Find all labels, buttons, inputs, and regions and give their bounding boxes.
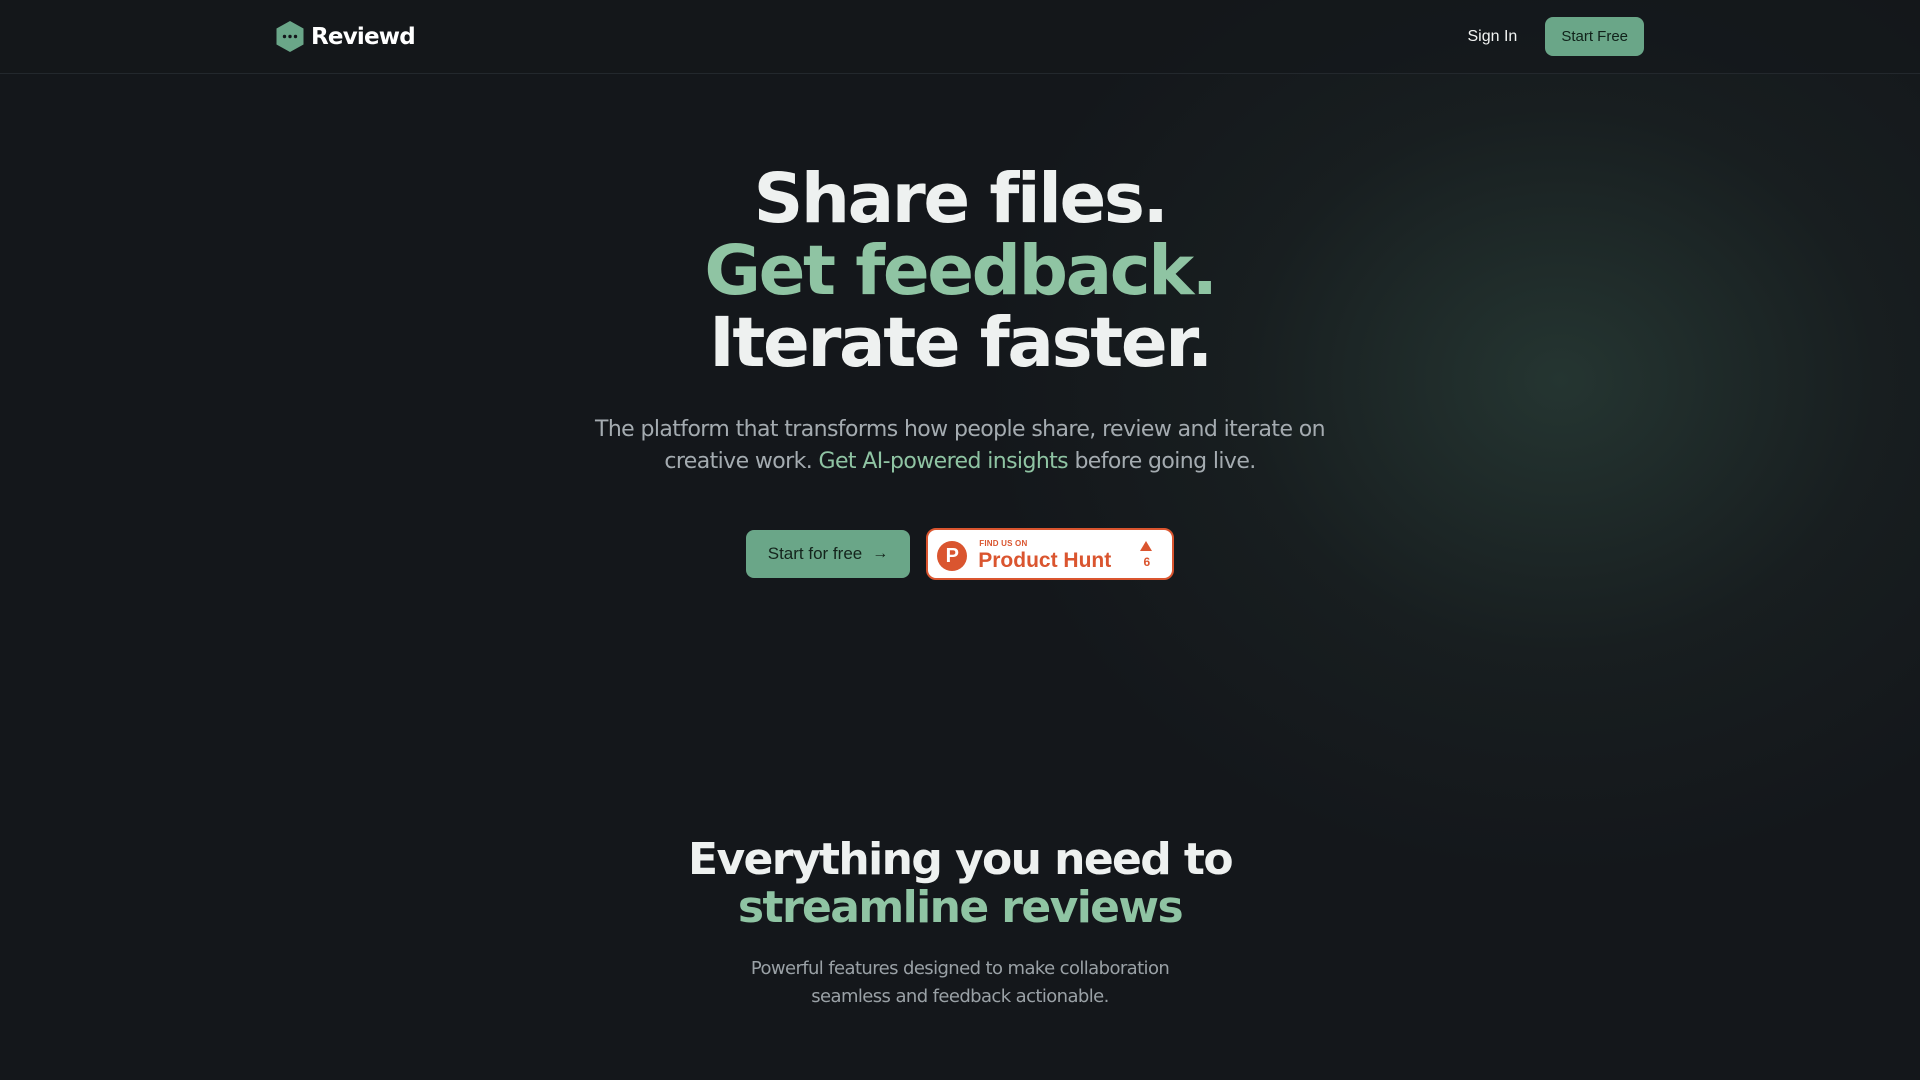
brand-name: Reviewd [311,23,416,50]
hero-section: Share files. Get feedback. Iterate faste… [0,163,1920,580]
header-nav: Sign In Start Free [1468,17,1644,56]
hero-line-1-text: Share files. [753,159,1169,239]
brand-logo[interactable]: Reviewd [275,20,416,53]
start-for-free-label: Start for free [767,544,863,563]
product-hunt-small-text: FIND US ON [979,539,1028,548]
site-header: Reviewd Sign In Start Free [0,0,1920,74]
start-for-free-button[interactable]: Start for free → [745,530,911,578]
product-hunt-title: Product Hunt [978,549,1112,572]
hero-headline-line-1: Share files. [0,163,1920,235]
start-free-button[interactable]: Start Free [1545,17,1644,56]
hero-subtitle-end: before going live. [1068,449,1256,474]
hexagon-logo-icon [276,21,304,52]
arrow-right-icon: → [872,545,889,562]
hero-headline-line-3: Iterate faster. [709,303,1213,383]
features-subtitle: Powerful features designed to make colla… [750,958,1170,1007]
upvote-triangle-icon [1140,541,1153,551]
product-hunt-badge[interactable]: P FIND US ON Product Hunt 6 [926,528,1175,580]
hero-headline-line-2: Get feedback. [704,231,1218,311]
sign-in-link[interactable]: Sign In [1468,28,1518,46]
features-title-line-1: Everything you need to [688,834,1234,885]
upvote-count: 6 [1143,555,1151,569]
features-section: Everything you need to streamline review… [0,836,1920,1011]
features-title-line-2: streamline reviews [737,882,1184,933]
hero-subtitle: The platform that transforms how people … [570,414,1350,478]
hero-subtitle-highlight: Get AI-powered insights [818,449,1069,474]
landing-page: Reviewd Sign In Start Free Share files. … [0,0,1920,1080]
product-hunt-logo-icon: P [937,541,968,571]
cta-row: Start for free → P FIND US ON Product Hu… [0,528,1920,580]
